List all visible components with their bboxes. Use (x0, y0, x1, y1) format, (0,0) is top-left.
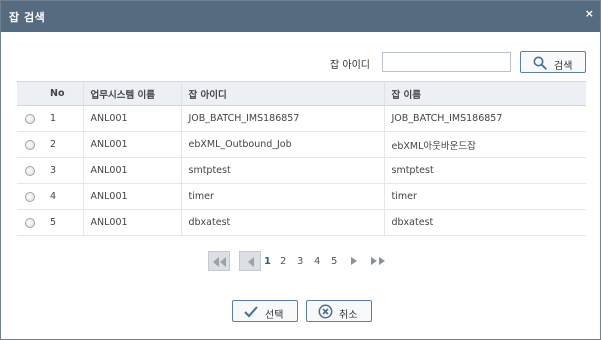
cell-job-name: ebXML아웃바운드잡 (384, 131, 586, 158)
search-icon (533, 56, 547, 70)
cancel-icon (318, 304, 333, 319)
last-page-icon[interactable] (368, 254, 390, 268)
page-4[interactable]: 4 (314, 256, 320, 267)
cell-system: ANL001 (83, 157, 182, 184)
cell-system: ANL001 (83, 131, 182, 158)
cell-job-id: dbxatest (181, 209, 385, 236)
job-id-label: 잡 아이디 (330, 60, 370, 71)
close-icon[interactable]: × (585, 7, 594, 20)
page-5[interactable]: 5 (331, 256, 337, 267)
row-radio[interactable] (25, 191, 35, 202)
table-row[interactable]: 1 ANL001 JOB_BATCH_IMS186857 JOB_BATCH_I… (17, 105, 586, 132)
cell-system: ANL001 (83, 105, 182, 132)
cell-system: ANL001 (83, 183, 182, 210)
row-radio[interactable] (25, 113, 35, 124)
cell-no: 5 (43, 209, 84, 236)
prev-page-icon[interactable] (239, 251, 261, 271)
job-table: No 업무시스템 이름 잡 아이디 잡 이름 1 ANL001 JOB_BATC… (17, 81, 586, 236)
job-id-input[interactable] (382, 52, 511, 72)
cell-no: 1 (43, 105, 84, 132)
row-radio[interactable] (25, 139, 35, 150)
job-search-dialog: 잡 검색 × 잡 아이디 검색 No 업무시스템 이름 잡 아이디 잡 이름 1… (0, 0, 601, 340)
cell-job-name: JOB_BATCH_IMS186857 (384, 105, 586, 132)
row-radio[interactable] (25, 217, 35, 228)
next-page-icon[interactable] (348, 254, 360, 268)
cell-no: 2 (43, 131, 84, 158)
row-radio[interactable] (25, 165, 35, 176)
table-header-row: No 업무시스템 이름 잡 아이디 잡 이름 (17, 81, 586, 106)
search-button[interactable]: 검색 (520, 51, 586, 73)
header-select (17, 81, 43, 106)
select-button[interactable]: 선택 (232, 300, 298, 322)
check-icon (244, 306, 258, 318)
cell-job-name: dbxatest (384, 209, 586, 236)
header-no: No (43, 81, 84, 106)
cell-no: 3 (43, 157, 84, 184)
cell-job-id: ebXML_Outbound_Job (181, 131, 385, 158)
select-button-label: 선택 (265, 310, 284, 321)
header-job-name: 잡 이름 (384, 81, 586, 106)
page-2[interactable]: 2 (280, 256, 286, 267)
cell-job-id: JOB_BATCH_IMS186857 (181, 105, 385, 132)
cell-job-id: timer (181, 183, 385, 210)
cell-job-name: timer (384, 183, 586, 210)
page-3[interactable]: 3 (297, 256, 303, 267)
cell-no: 4 (43, 183, 84, 210)
search-button-label: 검색 (554, 61, 573, 72)
header-system-name: 업무시스템 이름 (83, 81, 182, 106)
cell-job-id: smtptest (181, 157, 385, 184)
header-job-id: 잡 아이디 (181, 81, 385, 106)
cell-job-name: smtptest (384, 157, 586, 184)
cancel-button-label: 취소 (339, 310, 358, 321)
first-page-icon[interactable] (208, 251, 230, 271)
table-row[interactable]: 3 ANL001 smtptest smtptest (17, 157, 586, 184)
dialog-titlebar: 잡 검색 × (1, 1, 600, 32)
table-row[interactable]: 2 ANL001 ebXML_Outbound_Job ebXML아웃바운드잡 (17, 131, 586, 158)
cell-system: ANL001 (83, 209, 182, 236)
cancel-button[interactable]: 취소 (306, 300, 372, 322)
table-row[interactable]: 4 ANL001 timer timer (17, 183, 586, 210)
table-row[interactable]: 5 ANL001 dbxatest dbxatest (17, 209, 586, 236)
page-1[interactable]: 1 (264, 256, 271, 267)
dialog-title: 잡 검색 (9, 11, 46, 24)
